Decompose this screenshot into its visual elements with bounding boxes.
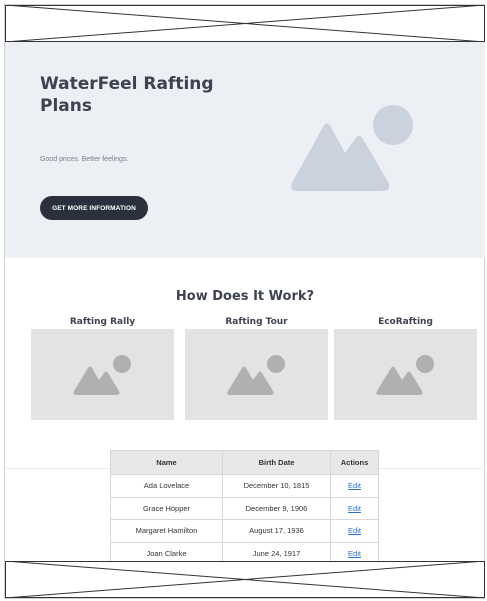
footer-placeholder: [5, 561, 485, 598]
table-row: Margaret Hamilton August 17, 1936 Edit: [110, 519, 379, 543]
cell-birth-date: December 10, 1815: [222, 474, 331, 498]
get-more-information-button[interactable]: GET MORE INFORMATION: [40, 196, 148, 220]
image-placeholder-icon: [334, 329, 477, 420]
column-header-actions: Actions: [330, 450, 379, 475]
cell-actions: Edit: [330, 496, 379, 520]
table-header-row: Name Birth Date Actions: [110, 450, 379, 475]
card-label: EcoRafting: [378, 317, 433, 327]
image-placeholder-icon: [31, 329, 174, 420]
column-header-birth-date: Birth Date: [222, 450, 331, 475]
cell-actions: Edit: [330, 519, 379, 543]
cell-birth-date: August 17, 1936: [222, 519, 331, 543]
cell-name: Grace Hopper: [110, 496, 223, 520]
edit-link[interactable]: Edit: [348, 481, 361, 490]
hero-image-placeholder-icon: [289, 103, 419, 198]
cell-actions: Edit: [330, 474, 379, 498]
image-placeholder-icon: [185, 329, 328, 420]
people-table: Name Birth Date Actions Ada Lovelace Dec…: [110, 450, 379, 565]
cell-name: Margaret Hamilton: [110, 519, 223, 543]
table-row: Grace Hopper December 9, 1906 Edit: [110, 496, 379, 520]
table-row: Ada Lovelace December 10, 1815 Edit: [110, 474, 379, 498]
card-label: Rafting Tour: [225, 317, 288, 327]
edit-link[interactable]: Edit: [348, 549, 361, 558]
edit-link[interactable]: Edit: [348, 526, 361, 535]
edit-link[interactable]: Edit: [348, 504, 361, 513]
column-header-name: Name: [110, 450, 223, 475]
header-placeholder: [5, 5, 485, 42]
hero-subtitle: Good prices. Better feelings.: [40, 156, 129, 163]
cell-name: Ada Lovelace: [110, 474, 223, 498]
cell-birth-date: December 9, 1906: [222, 496, 331, 520]
card-label: Rafting Rally: [69, 317, 136, 327]
hero-section: WaterFeel Rafting Plans Good prices. Bet…: [5, 42, 485, 258]
card-rafting-tour[interactable]: Rafting Tour: [185, 315, 328, 420]
section-title: How Does It Work?: [175, 289, 315, 304]
card-ecorafting[interactable]: EcoRafting: [334, 315, 477, 420]
hero-title: WaterFeel Rafting Plans: [40, 74, 214, 116]
card-rafting-rally[interactable]: Rafting Rally: [31, 315, 174, 420]
